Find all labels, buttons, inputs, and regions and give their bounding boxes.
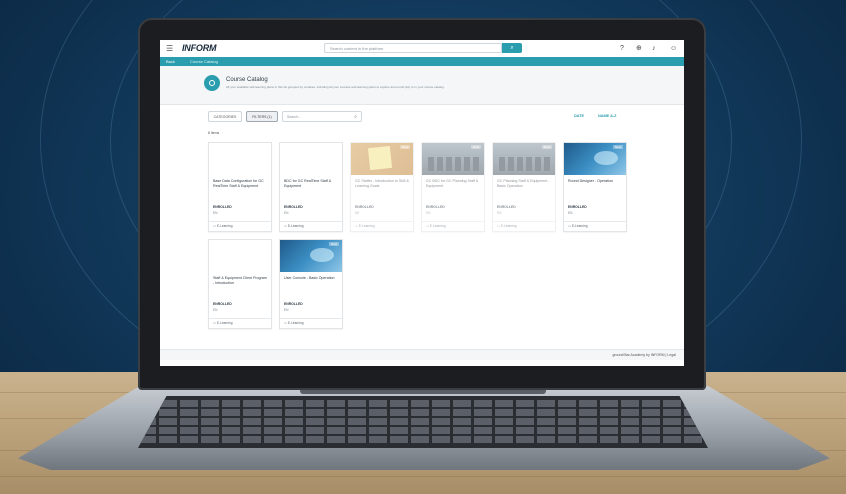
course-title[interactable]: GC Planning Staff & Equipment - Basic Op… <box>497 179 553 188</box>
page-header: Course Catalog All your available self-l… <box>160 66 684 105</box>
card-divider <box>209 318 271 319</box>
course-language: DE <box>355 211 360 215</box>
user-icon[interactable]: ☺ <box>670 44 677 53</box>
course-thumbnail[interactable] <box>209 143 271 175</box>
catalog-icon <box>204 75 220 91</box>
enrollment-status: ENROLLED <box>355 205 374 209</box>
filters-button[interactable]: FILTERS (1) <box>246 111 278 122</box>
search-icon[interactable]: ⌕ <box>502 43 522 53</box>
course-card[interactable]: BDC for GC RealTime Staff & Equipment ENR… <box>279 142 343 232</box>
enrollment-status: ENROLLED <box>426 205 445 209</box>
bell-icon[interactable]: ♪ <box>652 44 656 53</box>
new-badge: New <box>470 145 481 149</box>
hamburger-icon[interactable]: ☰ <box>166 44 175 53</box>
card-divider <box>351 221 413 222</box>
course-language: EN <box>568 211 573 215</box>
course-title[interactable]: GC BDC for GC Planning Staff & Equipment <box>426 179 482 188</box>
enrollment-status: ENROLLED <box>284 302 303 306</box>
course-card[interactable]: Base Data Configuration for GC RealTime … <box>208 142 272 232</box>
card-divider <box>493 221 555 222</box>
search-icon[interactable]: ⌕ <box>354 112 357 123</box>
enrollment-status: ENROLLED <box>497 205 516 209</box>
sort-name-button[interactable]: NAME A-Z <box>598 111 616 122</box>
page-title: Course Catalog <box>226 77 268 83</box>
course-type-label: E-Learning <box>216 321 233 325</box>
course-thumbnail[interactable]: New <box>493 143 555 175</box>
course-title[interactable]: User Console - Basic Operation <box>284 276 340 281</box>
categories-button[interactable]: CATEGORIES <box>208 111 242 122</box>
logo[interactable]: INFORM <box>182 43 216 53</box>
course-thumbnail[interactable] <box>280 143 342 175</box>
new-badge: New <box>541 145 552 149</box>
page-subtitle: All your available self-learning plans i… <box>226 85 445 89</box>
card-divider <box>209 221 271 222</box>
course-language: EN <box>497 211 502 215</box>
card-divider <box>280 221 342 222</box>
footer-text[interactable]: groundStar Academy by INFORM | Legal <box>612 351 676 359</box>
course-card[interactable]: New Round Designer - Operation ENROLLED EN ▭… <box>563 142 627 232</box>
course-card[interactable]: New GC BDC for GC Planning Staff & Equipm… <box>421 142 485 232</box>
course-card[interactable]: New GC Planning Staff & Equipment - Basic… <box>492 142 556 232</box>
course-type: ▭ E-Learning <box>355 224 375 228</box>
back-link[interactable]: Back <box>166 58 175 65</box>
help-icon[interactable]: ? <box>620 44 624 53</box>
course-language: EN <box>213 308 218 312</box>
new-badge: New <box>328 242 339 246</box>
catalog-search-placeholder: Search... <box>287 115 302 119</box>
enrollment-status: ENROLLED <box>213 205 232 209</box>
course-language: EN <box>284 308 289 312</box>
course-type: ▭ E-Learning <box>213 321 233 325</box>
card-divider <box>564 221 626 222</box>
card-divider <box>422 221 484 222</box>
course-card[interactable]: Staff & Equipment Client Program - Intro… <box>208 239 272 329</box>
course-type: ▭ E-Learning <box>284 224 304 228</box>
catalog-toolbar: CATEGORIES FILTERS (1) Search... ⌕ DATE … <box>208 111 626 125</box>
laptop-keyboard <box>138 396 708 448</box>
course-title[interactable]: GC Staffer - Introduction to Skill & Lea… <box>355 179 411 188</box>
course-type-label: E-Learning <box>287 224 304 228</box>
course-thumbnail[interactable]: New <box>564 143 626 175</box>
course-thumbnail[interactable]: New <box>280 240 342 272</box>
card-divider <box>280 318 342 319</box>
course-type-label: E-Learning <box>429 224 446 228</box>
new-badge: New <box>612 145 623 149</box>
course-card[interactable]: New GC Staffer - Introduction to Skill & … <box>350 142 414 232</box>
course-thumbnail[interactable]: New <box>351 143 413 175</box>
course-title[interactable]: Base Data Configuration for GC RealTime … <box>213 179 269 188</box>
course-type: ▭ E-Learning <box>426 224 446 228</box>
course-card[interactable]: New User Console - Basic Operation ENROLLE… <box>279 239 343 329</box>
course-type-label: E-Learning <box>500 224 517 228</box>
course-thumbnail[interactable]: New <box>422 143 484 175</box>
course-title[interactable]: Round Designer - Operation <box>568 179 624 184</box>
course-language: EN <box>213 211 218 215</box>
laptop-screen: ☰ INFORM Search content in the platform … <box>160 40 684 366</box>
catalog-search-input[interactable]: Search... ⌕ <box>282 111 362 122</box>
enrollment-status: ENROLLED <box>213 302 232 306</box>
course-language: EN <box>284 211 289 215</box>
enrollment-status: ENROLLED <box>284 205 303 209</box>
course-type: ▭ E-Learning <box>284 321 304 325</box>
top-bar: ☰ INFORM Search content in the platform … <box>160 40 684 58</box>
item-count: 8 items <box>208 131 220 135</box>
course-type-label: E-Learning <box>216 224 233 228</box>
course-title[interactable]: BDC for GC RealTime Staff & Equipment <box>284 179 340 188</box>
breadcrumb: Back Course Catalog <box>160 57 684 66</box>
course-type: ▭ E-Learning <box>497 224 517 228</box>
course-type: ▭ E-Learning <box>213 224 233 228</box>
course-type-label: E-Learning <box>358 224 375 228</box>
enrollment-status: ENROLLED <box>568 205 587 209</box>
course-type: ▭ E-Learning <box>568 224 588 228</box>
breadcrumb-current[interactable]: Course Catalog <box>190 58 218 65</box>
course-type-label: E-Learning <box>571 224 588 228</box>
course-language: EN <box>426 211 431 215</box>
sort-date-button[interactable]: DATE <box>574 111 584 122</box>
course-title[interactable]: Staff & Equipment Client Program - Intro… <box>213 276 269 285</box>
course-thumbnail[interactable] <box>209 240 271 272</box>
cart-icon[interactable]: ⊕ <box>636 44 642 53</box>
footer: groundStar Academy by INFORM | Legal <box>160 349 684 360</box>
course-type-label: E-Learning <box>287 321 304 325</box>
global-search-input[interactable]: Search content in the platform <box>324 43 502 53</box>
new-badge: New <box>399 145 410 149</box>
